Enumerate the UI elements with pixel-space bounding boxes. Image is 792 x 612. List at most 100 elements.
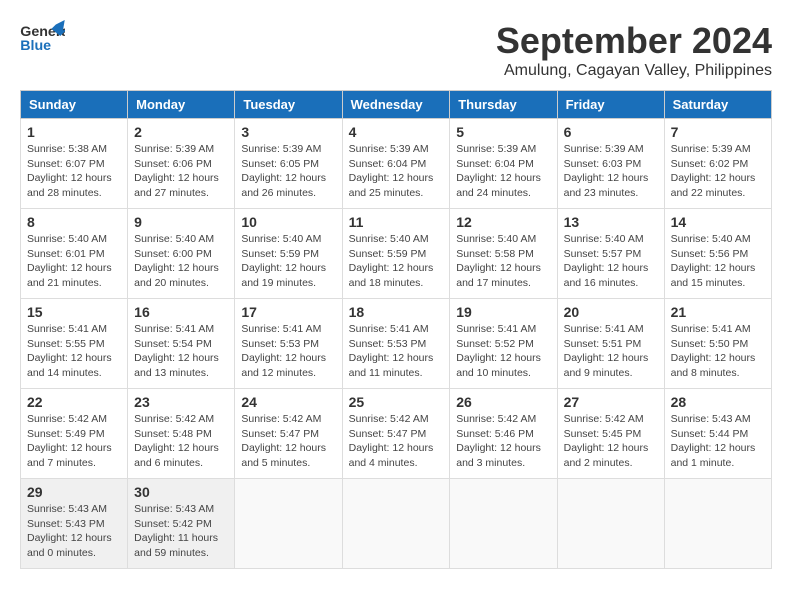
calendar-cell: 24 Sunrise: 5:42 AM Sunset: 5:47 PM Dayli… <box>235 389 342 479</box>
day-number: 8 <box>27 214 121 230</box>
col-monday: Monday <box>128 91 235 119</box>
col-sunday: Sunday <box>21 91 128 119</box>
calendar-cell: 15 Sunrise: 5:41 AM Sunset: 5:55 PM Dayli… <box>21 299 128 389</box>
day-number: 16 <box>134 304 228 320</box>
day-info: Sunrise: 5:40 AM Sunset: 6:01 PM Dayligh… <box>27 232 121 291</box>
day-info: Sunrise: 5:39 AM Sunset: 6:04 PM Dayligh… <box>456 142 550 201</box>
calendar-cell: 10 Sunrise: 5:40 AM Sunset: 5:59 PM Dayli… <box>235 209 342 299</box>
day-number: 14 <box>671 214 765 230</box>
calendar-cell: 26Sunrise: 5:42 AM Sunset: 5:46 PM Dayli… <box>450 389 557 479</box>
calendar-cell: 21Sunrise: 5:41 AM Sunset: 5:50 PM Dayli… <box>664 299 771 389</box>
day-number: 23 <box>134 394 228 410</box>
day-number: 19 <box>456 304 550 320</box>
svg-text:Blue: Blue <box>20 38 51 54</box>
month-title: September 2024 <box>496 20 772 62</box>
calendar-cell <box>664 479 771 569</box>
day-number: 12 <box>456 214 550 230</box>
week-row-4: 22 Sunrise: 5:42 AM Sunset: 5:49 PM Dayli… <box>21 389 772 479</box>
calendar-cell: 9 Sunrise: 5:40 AM Sunset: 6:00 PM Daylig… <box>128 209 235 299</box>
col-friday: Friday <box>557 91 664 119</box>
day-info: Sunrise: 5:41 AM Sunset: 5:51 PM Dayligh… <box>564 322 658 381</box>
day-info: Sunrise: 5:41 AM Sunset: 5:52 PM Dayligh… <box>456 322 550 381</box>
day-info: Sunrise: 5:39 AM Sunset: 6:03 PM Dayligh… <box>564 142 658 201</box>
day-number: 30 <box>134 484 228 500</box>
calendar-cell: 14 Sunrise: 5:40 AM Sunset: 5:56 PM Dayli… <box>664 209 771 299</box>
day-info: Sunrise: 5:42 AM Sunset: 5:48 PM Dayligh… <box>134 412 228 471</box>
day-info: Sunrise: 5:40 AM Sunset: 5:59 PM Dayligh… <box>241 232 335 291</box>
day-number: 6 <box>564 124 658 140</box>
week-row-3: 15 Sunrise: 5:41 AM Sunset: 5:55 PM Dayli… <box>21 299 772 389</box>
week-row-2: 8 Sunrise: 5:40 AM Sunset: 6:01 PM Daylig… <box>21 209 772 299</box>
day-number: 7 <box>671 124 765 140</box>
day-number: 21 <box>671 304 765 320</box>
location-title: Amulung, Cagayan Valley, Philippines <box>496 62 772 80</box>
calendar-cell <box>342 479 450 569</box>
day-number: 22 <box>27 394 121 410</box>
calendar-cell: 6 Sunrise: 5:39 AM Sunset: 6:03 PM Daylig… <box>557 119 664 209</box>
calendar-cell: 19 Sunrise: 5:41 AM Sunset: 5:52 PM Dayli… <box>450 299 557 389</box>
day-info: Sunrise: 5:43 AM Sunset: 5:43 PM Dayligh… <box>27 502 121 561</box>
day-number: 11 <box>349 214 444 230</box>
day-number: 18 <box>349 304 444 320</box>
day-info: Sunrise: 5:41 AM Sunset: 5:55 PM Dayligh… <box>27 322 121 381</box>
calendar-cell: 17 Sunrise: 5:41 AM Sunset: 5:53 PM Dayli… <box>235 299 342 389</box>
day-info: Sunrise: 5:42 AM Sunset: 5:46 PM Dayligh… <box>456 412 550 471</box>
day-info: Sunrise: 5:39 AM Sunset: 6:06 PM Dayligh… <box>134 142 228 201</box>
day-info: Sunrise: 5:41 AM Sunset: 5:54 PM Dayligh… <box>134 322 228 381</box>
day-info: Sunrise: 5:42 AM Sunset: 5:49 PM Dayligh… <box>27 412 121 471</box>
day-info: Sunrise: 5:41 AM Sunset: 5:53 PM Dayligh… <box>241 322 335 381</box>
calendar-cell <box>557 479 664 569</box>
day-number: 17 <box>241 304 335 320</box>
col-saturday: Saturday <box>664 91 771 119</box>
day-number: 10 <box>241 214 335 230</box>
day-info: Sunrise: 5:42 AM Sunset: 5:45 PM Dayligh… <box>564 412 658 471</box>
day-info: Sunrise: 5:39 AM Sunset: 6:04 PM Dayligh… <box>349 142 444 201</box>
day-number: 24 <box>241 394 335 410</box>
col-thursday: Thursday <box>450 91 557 119</box>
calendar-cell: 13 Sunrise: 5:40 AM Sunset: 5:57 PM Dayli… <box>557 209 664 299</box>
calendar-header-row: Sunday Monday Tuesday Wednesday Thursday… <box>21 91 772 119</box>
day-info: Sunrise: 5:38 AM Sunset: 6:07 PM Dayligh… <box>27 142 121 201</box>
calendar-cell: 16 Sunrise: 5:41 AM Sunset: 5:54 PM Dayli… <box>128 299 235 389</box>
day-info: Sunrise: 5:39 AM Sunset: 6:05 PM Dayligh… <box>241 142 335 201</box>
calendar-cell: 28Sunrise: 5:43 AM Sunset: 5:44 PM Dayli… <box>664 389 771 479</box>
day-number: 29 <box>27 484 121 500</box>
day-number: 27 <box>564 394 658 410</box>
calendar-cell: 22 Sunrise: 5:42 AM Sunset: 5:49 PM Dayli… <box>21 389 128 479</box>
calendar-cell: 5 Sunrise: 5:39 AM Sunset: 6:04 PM Daylig… <box>450 119 557 209</box>
day-info: Sunrise: 5:43 AM Sunset: 5:44 PM Dayligh… <box>671 412 765 471</box>
calendar-cell: 27 Sunrise: 5:42 AM Sunset: 5:45 PM Dayli… <box>557 389 664 479</box>
calendar-cell: 3 Sunrise: 5:39 AM Sunset: 6:05 PM Daylig… <box>235 119 342 209</box>
logo-svg: General Blue <box>20 20 65 60</box>
day-number: 13 <box>564 214 658 230</box>
day-info: Sunrise: 5:40 AM Sunset: 6:00 PM Dayligh… <box>134 232 228 291</box>
day-info: Sunrise: 5:40 AM Sunset: 5:57 PM Dayligh… <box>564 232 658 291</box>
day-number: 15 <box>27 304 121 320</box>
calendar-cell: 11 Sunrise: 5:40 AM Sunset: 5:59 PM Dayli… <box>342 209 450 299</box>
day-info: Sunrise: 5:41 AM Sunset: 5:53 PM Dayligh… <box>349 322 444 381</box>
calendar-cell: 1 Sunrise: 5:38 AM Sunset: 6:07 PM Daylig… <box>21 119 128 209</box>
calendar-cell: 29 Sunrise: 5:43 AM Sunset: 5:43 PM Dayli… <box>21 479 128 569</box>
calendar-cell: 23 Sunrise: 5:42 AM Sunset: 5:48 PM Dayli… <box>128 389 235 479</box>
day-number: 9 <box>134 214 228 230</box>
day-number: 3 <box>241 124 335 140</box>
week-row-1: 1 Sunrise: 5:38 AM Sunset: 6:07 PM Daylig… <box>21 119 772 209</box>
day-info: Sunrise: 5:43 AM Sunset: 5:42 PM Dayligh… <box>134 502 228 561</box>
calendar-cell: 12Sunrise: 5:40 AM Sunset: 5:58 PM Dayli… <box>450 209 557 299</box>
day-number: 5 <box>456 124 550 140</box>
calendar-cell: 2 Sunrise: 5:39 AM Sunset: 6:06 PM Daylig… <box>128 119 235 209</box>
day-number: 2 <box>134 124 228 140</box>
day-info: Sunrise: 5:40 AM Sunset: 5:59 PM Dayligh… <box>349 232 444 291</box>
calendar-cell: 8 Sunrise: 5:40 AM Sunset: 6:01 PM Daylig… <box>21 209 128 299</box>
day-info: Sunrise: 5:40 AM Sunset: 5:56 PM Dayligh… <box>671 232 765 291</box>
logo: General Blue <box>20 20 70 60</box>
calendar-cell: 30 Sunrise: 5:43 AM Sunset: 5:42 PM Dayli… <box>128 479 235 569</box>
calendar-cell <box>450 479 557 569</box>
calendar-cell: 18 Sunrise: 5:41 AM Sunset: 5:53 PM Dayli… <box>342 299 450 389</box>
day-number: 1 <box>27 124 121 140</box>
page-wrapper: General Blue September 2024 Amulung, Cag… <box>20 20 772 569</box>
day-info: Sunrise: 5:42 AM Sunset: 5:47 PM Dayligh… <box>241 412 335 471</box>
calendar-cell <box>235 479 342 569</box>
day-number: 20 <box>564 304 658 320</box>
week-row-5: 29 Sunrise: 5:43 AM Sunset: 5:43 PM Dayli… <box>21 479 772 569</box>
